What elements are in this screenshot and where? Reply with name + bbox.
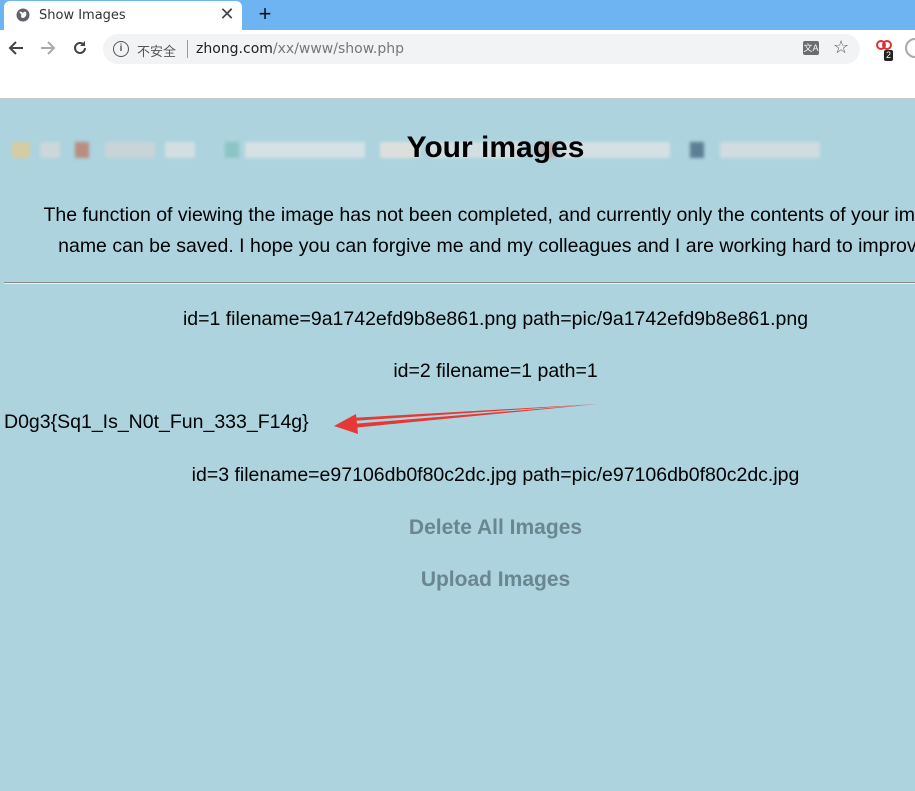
image-row-2: id=2 filename=1 path=1	[393, 360, 598, 382]
extension-badge: 2	[884, 50, 894, 61]
new-tab-button[interactable]: +	[255, 3, 275, 25]
image-row-3: id=3 filename=e97106db0f80c2dc.jpg path=…	[191, 464, 800, 486]
reload-icon[interactable]	[70, 39, 90, 59]
info-icon[interactable]: i	[113, 41, 129, 57]
url-path: /xx/www/show.php	[272, 41, 404, 57]
tab-title: Show Images	[39, 8, 126, 23]
close-tab-icon[interactable]: ✕	[219, 5, 235, 23]
flag-text: D0g3{Sq1_Is_N0t_Fun_333_F14g}	[4, 411, 309, 433]
extension-icon-2[interactable]	[905, 38, 915, 58]
globe-icon	[16, 8, 30, 22]
browser-toolbar: i 不安全 zhong.com/xx/www/show.php 文A ☆ 2	[0, 30, 915, 68]
page-title: Your images	[406, 131, 585, 164]
bookmarks-bar	[0, 68, 915, 158]
intro-line-2: name can be saved. I hope you can forgiv…	[58, 235, 915, 257]
upload-images-link[interactable]: Upload Images	[0, 568, 915, 592]
bookmark-star-icon[interactable]: ☆	[833, 37, 849, 58]
url-text[interactable]: zhong.com/xx/www/show.php	[196, 41, 404, 57]
image-row-1: id=1 filename=9a1742efd9b8e861.png path=…	[182, 308, 809, 330]
security-label[interactable]: 不安全	[137, 41, 176, 60]
browser-tab[interactable]: Show Images ✕	[4, 1, 242, 30]
address-bar[interactable]: i 不安全 zhong.com/xx/www/show.php 文A ☆	[103, 34, 860, 64]
back-arrow-icon[interactable]	[6, 39, 26, 59]
address-separator	[187, 40, 188, 58]
annotation-arrow	[334, 404, 598, 434]
url-host: zhong.com	[196, 41, 273, 57]
forward-arrow-icon[interactable]	[38, 39, 58, 59]
intro-text: The function of viewing the image has no…	[0, 200, 915, 262]
translate-icon[interactable]: 文A	[803, 41, 819, 55]
tab-strip: Show Images ✕ +	[0, 0, 915, 30]
delete-all-images-link[interactable]: Delete All Images	[0, 516, 915, 540]
chrome-divider	[0, 98, 915, 99]
intro-line-1: The function of viewing the image has no…	[43, 204, 915, 226]
divider	[4, 282, 915, 284]
